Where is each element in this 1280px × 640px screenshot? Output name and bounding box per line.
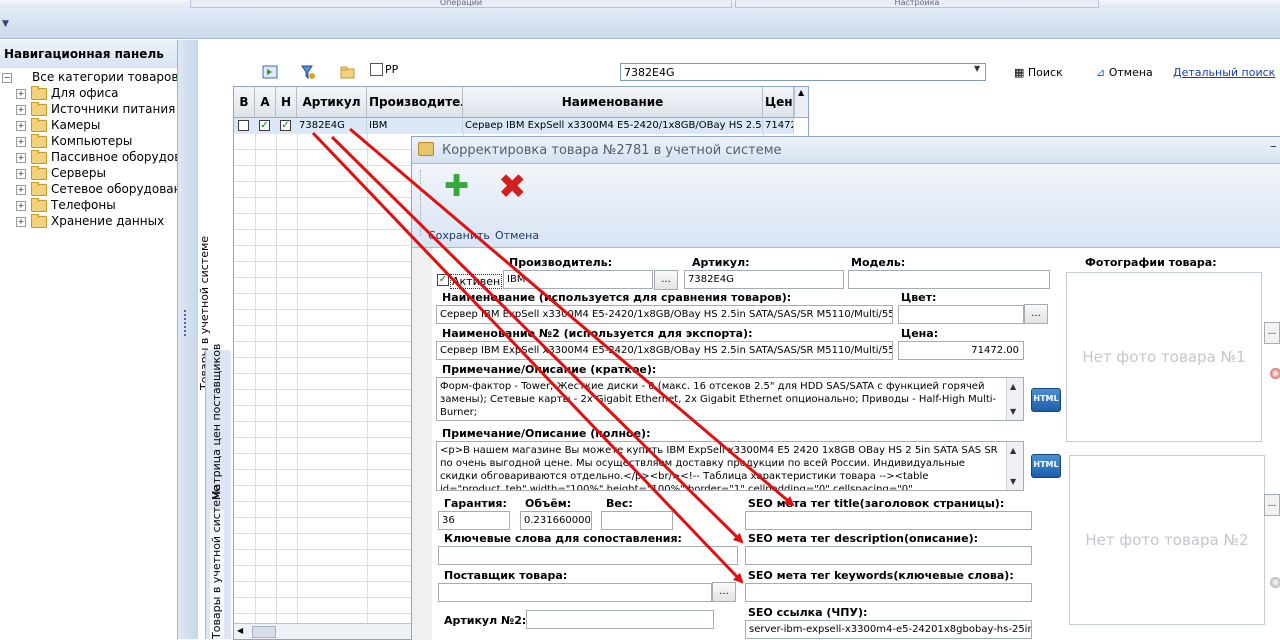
annotation-arrows (311, 127, 795, 584)
annotation-arrow (330, 135, 744, 544)
annotation-arrow (311, 131, 744, 584)
annotation-arrow (349, 127, 795, 507)
